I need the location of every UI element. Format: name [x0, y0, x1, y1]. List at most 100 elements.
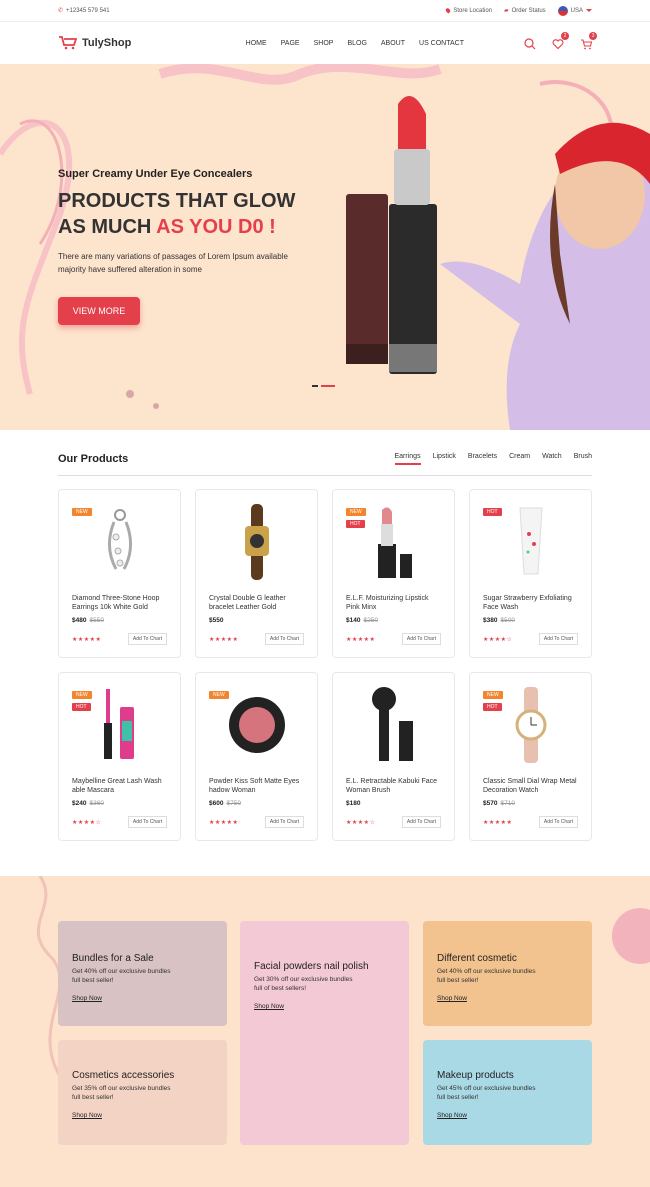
shop-now-link[interactable]: Shop Now	[437, 1112, 467, 1119]
view-more-button[interactable]: VIEW MORE	[58, 297, 140, 325]
tab-lipstick[interactable]: Lipstick	[433, 453, 456, 465]
product-name[interactable]: Maybelline Great Lash Wash able Mascara	[72, 777, 167, 795]
product-card[interactable]: Crystal Double G leather bracelet Leathe…	[195, 489, 318, 658]
product-badge: HOT	[483, 508, 502, 516]
banner-description: Get 35% off our exclusive bundles full b…	[72, 1085, 171, 1101]
rating-stars: ★★★★★	[209, 636, 239, 643]
currency-label: USA	[570, 7, 583, 14]
product-name[interactable]: Sugar Strawberry Exfoliating Face Wash	[483, 594, 578, 612]
products-title: Our Products	[58, 452, 129, 465]
product-card[interactable]: NEW Powder Kiss Soft Matte Eyes hadow Wo…	[195, 672, 318, 841]
product-name[interactable]: Powder Kiss Soft Matte Eyes hadow Woman	[209, 777, 304, 795]
product-grid: NEW Diamond Three-Stone Hoop Earrings 10…	[58, 489, 592, 841]
hero-title-line1: PRODUCTS THAT GLOW	[58, 190, 296, 212]
order-status-link[interactable]: ▰ Order Status	[504, 7, 546, 15]
add-to-cart-button[interactable]: Add To Chart	[401, 816, 441, 828]
promo-banner[interactable]: Cosmetics accessories Get 35% off our ex…	[58, 1040, 227, 1145]
add-to-cart-button[interactable]: Add To Chart	[538, 633, 578, 645]
promo-banner[interactable]: Facial powders nail polish Get 30% off o…	[240, 921, 409, 1145]
add-to-cart-button[interactable]: Add To Chart	[401, 633, 441, 645]
product-price: $600 $750	[209, 800, 304, 807]
shop-now-link[interactable]: Shop Now	[72, 995, 102, 1002]
slider-dot[interactable]	[312, 385, 318, 387]
banner-description: Get 40% off our exclusive bundles full b…	[437, 968, 536, 984]
product-card[interactable]: E.L. Retractable Kabuki Face Woman Brush…	[332, 672, 455, 841]
store-location-link[interactable]: Store Location	[445, 7, 493, 14]
slider-dot-active[interactable]	[321, 385, 335, 387]
banner-title: Makeup products	[437, 1070, 514, 1081]
product-name[interactable]: Classic Small Dial Wrap Metal Decoration…	[483, 777, 578, 795]
promo-banner[interactable]: Bundles for a Sale Get 40% off our exclu…	[58, 921, 227, 1026]
cart-icon[interactable]: 3	[580, 32, 597, 50]
hero-banner: Super Creamy Under Eye Concealers PRODUC…	[0, 64, 650, 430]
logo[interactable]: TulyShop	[58, 36, 131, 50]
product-name[interactable]: Crystal Double G leather bracelet Leathe…	[209, 594, 304, 612]
nav-page[interactable]: PAGE	[281, 40, 300, 47]
tab-brush[interactable]: Brush	[574, 453, 592, 465]
shop-now-link[interactable]: Shop Now	[254, 1003, 284, 1010]
order-status-label: Order Status	[511, 7, 546, 14]
tab-watch[interactable]: Watch	[542, 453, 562, 465]
add-to-cart-button[interactable]: Add To Chart	[538, 816, 578, 828]
promo-banner[interactable]: Makeup products Get 45% off our exclusiv…	[423, 1040, 592, 1145]
banner-description: Get 45% off our exclusive bundles full b…	[437, 1085, 536, 1101]
product-card[interactable]: NEW HOT E.L.F. Moisturizing Lipstick Pink…	[332, 489, 455, 658]
add-to-cart-button[interactable]: Add To Chart	[127, 633, 167, 645]
product-card[interactable]: NEW Diamond Three-Stone Hoop Earrings 10…	[58, 489, 181, 658]
rating-stars: ★★★★☆	[483, 636, 513, 643]
product-badge: NEW	[346, 508, 366, 516]
top-bar: ✆ +12345 579 541 Store Location ▰ Order …	[0, 0, 650, 22]
hero-description: There are many variations of passages of…	[58, 252, 288, 274]
promo-banner[interactable]: Different cosmetic Get 40% off our exclu…	[423, 921, 592, 1026]
location-pin-icon	[445, 7, 452, 14]
product-name[interactable]: E.L. Retractable Kabuki Face Woman Brush	[346, 777, 441, 795]
rating-stars: ★★★★★	[346, 636, 376, 643]
tab-bracelets[interactable]: Bracelets	[468, 453, 497, 465]
product-badge: HOT	[483, 703, 502, 711]
nav-home[interactable]: HOME	[246, 40, 267, 47]
nav-contact[interactable]: US CONTACT	[419, 40, 464, 47]
nav-about[interactable]: ABOUT	[381, 40, 405, 47]
chevron-down-icon	[586, 9, 592, 12]
nav-shop[interactable]: SHOP	[314, 40, 334, 47]
usa-flag-icon	[557, 5, 568, 16]
cart-logo-icon	[59, 36, 78, 50]
banner-description: Get 30% off our exclusive bundles full o…	[254, 976, 353, 992]
product-name[interactable]: E.L.F. Moisturizing Lipstick Pink Minx	[346, 594, 441, 612]
product-card[interactable]: NEW HOT Maybelline Great Lash Wash able M…	[58, 672, 181, 841]
product-image[interactable]	[346, 685, 441, 765]
add-to-cart-button[interactable]: Add To Chart	[264, 816, 304, 828]
product-price: $570 $710	[483, 800, 578, 807]
slider-dots[interactable]	[312, 385, 335, 387]
product-price: $140 $250	[346, 617, 441, 624]
banner-title: Facial powders nail polish	[254, 961, 369, 972]
product-tabs: Earrings Lipstick Bracelets Cream Watch …	[394, 453, 592, 465]
store-location-label: Store Location	[453, 7, 493, 14]
product-image[interactable]	[209, 502, 304, 582]
current-price: $480	[72, 617, 87, 624]
wishlist-heart-icon[interactable]: 2	[552, 32, 569, 50]
currency-selector[interactable]: USA	[557, 5, 592, 16]
product-card[interactable]: HOT Sugar Strawberry Exfoliating Face Wa…	[469, 489, 592, 658]
old-price: $360	[89, 800, 104, 807]
rating-stars: ★★★★★	[209, 819, 239, 826]
product-card[interactable]: NEW HOT Classic Small Dial Wrap Metal Dec…	[469, 672, 592, 841]
banner-title: Different cosmetic	[437, 953, 517, 964]
add-to-cart-button[interactable]: Add To Chart	[127, 816, 167, 828]
phone-icon: ✆	[58, 8, 64, 14]
tab-earrings[interactable]: Earrings	[394, 453, 421, 465]
old-price: $710	[500, 800, 515, 807]
search-icon[interactable]	[524, 37, 536, 50]
current-price: $240	[72, 800, 87, 807]
banner-description: Get 40% off our exclusive bundles full b…	[72, 968, 171, 984]
shop-now-link[interactable]: Shop Now	[437, 995, 467, 1002]
product-badge: HOT	[72, 703, 91, 711]
product-price: $180	[346, 800, 441, 807]
tab-cream[interactable]: Cream	[509, 453, 530, 465]
shop-now-link[interactable]: Shop Now	[72, 1112, 102, 1119]
nav-blog[interactable]: BLOG	[347, 40, 366, 47]
add-to-cart-button[interactable]: Add To Chart	[264, 633, 304, 645]
truck-icon: ▰	[504, 8, 509, 14]
product-name[interactable]: Diamond Three-Stone Hoop Earrings 10k Wh…	[72, 594, 167, 612]
logo-text: TulyShop	[82, 37, 132, 49]
